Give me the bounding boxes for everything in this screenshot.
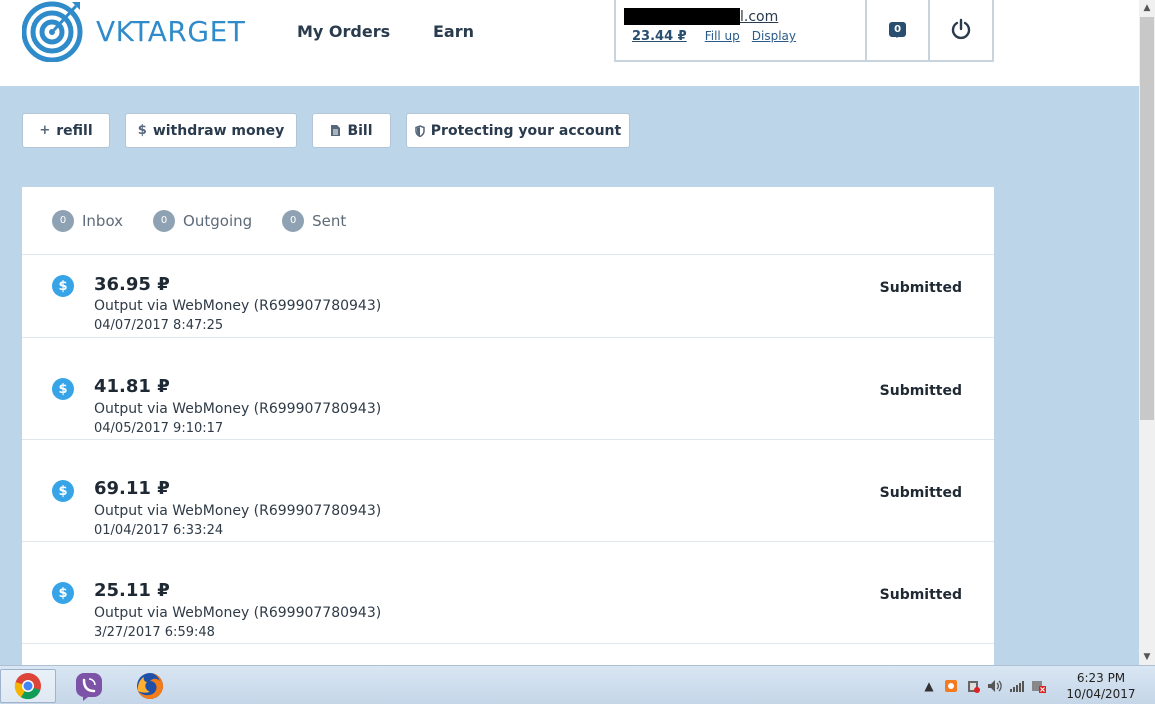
transaction-description: Output via WebMoney (R699907780943) xyxy=(94,503,382,519)
transaction-date: 04/05/2017 9:10:17 xyxy=(94,421,224,436)
dollar-coin-icon: $ xyxy=(52,582,74,604)
scroll-up-arrow-icon[interactable]: ▲ xyxy=(1139,0,1155,16)
protect-account-button[interactable]: Protecting your account xyxy=(406,113,630,148)
taskbar-viber[interactable] xyxy=(61,669,117,703)
dollar-coin-icon: $ xyxy=(52,275,74,297)
avast-icon[interactable] xyxy=(943,678,959,694)
taskbar-firefox[interactable] xyxy=(122,669,178,703)
transaction-description: Output via WebMoney (R699907780943) xyxy=(94,298,382,314)
transaction-status: Submitted xyxy=(879,587,962,603)
logo-text: VKTARGET xyxy=(96,14,246,48)
bill-label: Bill xyxy=(347,122,373,139)
sent-count-badge: 0 xyxy=(282,209,305,232)
message-tabs: 0 Inbox 0 Outgoing 0 Sent xyxy=(22,187,994,255)
fill-up-link[interactable]: Fill up xyxy=(705,29,740,43)
tab-inbox[interactable]: 0 Inbox xyxy=(52,209,124,232)
power-icon xyxy=(951,18,971,40)
refill-label: refill xyxy=(56,122,93,139)
scroll-down-arrow-icon[interactable]: ▼ xyxy=(1139,649,1155,665)
transaction-date: 01/04/2017 6:33:24 xyxy=(94,523,224,538)
battery-alert-icon[interactable] xyxy=(1031,678,1047,694)
display-link[interactable]: Display xyxy=(752,29,796,43)
target-logo-icon xyxy=(22,1,83,62)
system-tray: ▲ xyxy=(915,666,1060,704)
transaction-row[interactable]: $ 41.81 ₽ Output via WebMoney (R69990778… xyxy=(22,338,994,440)
clock-time: 6:23 PM xyxy=(1076,671,1126,685)
account-balance-row: 23.44 ₽ Fill up Display xyxy=(624,29,865,44)
tab-inbox-label: Inbox xyxy=(82,211,124,230)
transaction-date: 3/27/2017 6:59:48 xyxy=(94,625,215,640)
document-icon xyxy=(331,125,341,136)
site-header: VKTARGET My Orders Earn l.com 23.44 ₽ Fi… xyxy=(0,0,1139,86)
account-panel: l.com 23.44 ₽ Fill up Display 0 xyxy=(614,0,994,62)
transaction-row[interactable]: $ 69.11 ₽ Output via WebMoney (R69990778… xyxy=(22,440,994,542)
nav-earn[interactable]: Earn xyxy=(433,22,474,41)
vertical-scrollbar[interactable]: ▲ ▼ xyxy=(1139,0,1155,665)
refill-button[interactable]: + refill xyxy=(22,113,110,148)
transaction-date: 04/07/2017 8:47:25 xyxy=(94,318,224,333)
transaction-amount: 36.95 ₽ xyxy=(94,274,170,295)
transaction-row[interactable]: $ 25.11 ₽ Output via WebMoney (R69990778… xyxy=(22,542,994,644)
shield-icon xyxy=(415,124,425,137)
protect-label: Protecting your account xyxy=(430,122,622,139)
transaction-amount: 41.81 ₽ xyxy=(94,376,170,397)
logout-button[interactable] xyxy=(930,0,992,60)
withdraw-label: withdraw money xyxy=(152,122,285,139)
transaction-amount: 69.11 ₽ xyxy=(94,478,170,499)
nav-my-orders[interactable]: My Orders xyxy=(297,22,390,41)
transaction-description: Output via WebMoney (R699907780943) xyxy=(94,605,382,621)
account-email-suffix: l.com xyxy=(740,8,779,25)
transaction-status: Submitted xyxy=(879,383,962,399)
clock-date: 10/04/2017 xyxy=(1066,687,1136,701)
outgoing-count-badge: 0 xyxy=(153,209,176,232)
account-email[interactable]: l.com xyxy=(624,8,865,25)
plus-icon: + xyxy=(39,123,51,138)
account-info: l.com 23.44 ₽ Fill up Display xyxy=(616,0,868,60)
withdraw-money-button[interactable]: $ withdraw money xyxy=(125,113,297,148)
tab-outgoing-label: Outgoing xyxy=(183,211,253,230)
taskbar-chrome[interactable] xyxy=(0,669,56,703)
transaction-status: Submitted xyxy=(879,280,962,296)
transaction-status: Submitted xyxy=(879,485,962,501)
tab-outgoing[interactable]: 0 Outgoing xyxy=(153,209,253,232)
transactions-card: 0 Inbox 0 Outgoing 0 Sent $ 36.95 ₽ Outp… xyxy=(22,187,994,667)
tab-sent[interactable]: 0 Sent xyxy=(282,209,347,232)
messages-icon: 0 xyxy=(889,21,907,38)
windows-taskbar: ▲ 6:23 PM 10/04/2017 xyxy=(0,665,1155,704)
viber-icon xyxy=(76,673,102,701)
dollar-icon: $ xyxy=(137,123,147,138)
account-balance[interactable]: 23.44 ₽ xyxy=(632,29,687,44)
transaction-description: Output via WebMoney (R699907780943) xyxy=(94,401,382,417)
transaction-row[interactable]: $ 36.95 ₽ Output via WebMoney (R69990778… xyxy=(22,255,994,338)
dollar-coin-icon: $ xyxy=(52,480,74,502)
transaction-amount: 25.11 ₽ xyxy=(94,580,170,601)
firefox-icon xyxy=(137,673,163,699)
chrome-icon xyxy=(14,673,41,700)
logo[interactable]: VKTARGET xyxy=(22,0,252,62)
show-hidden-icons-icon[interactable]: ▲ xyxy=(921,678,937,694)
tab-sent-label: Sent xyxy=(312,211,347,230)
volume-icon[interactable] xyxy=(987,678,1003,694)
bill-button[interactable]: Bill xyxy=(312,113,391,148)
inbox-count-badge: 0 xyxy=(52,209,74,232)
system-clock[interactable]: 6:23 PM 10/04/2017 xyxy=(1065,670,1137,702)
dollar-coin-icon: $ xyxy=(52,378,74,400)
messages-button[interactable]: 0 xyxy=(867,0,930,60)
network-signal-icon[interactable] xyxy=(1009,678,1025,694)
security-shield-icon[interactable] xyxy=(965,678,981,694)
scrollbar-thumb[interactable] xyxy=(1140,17,1154,420)
redacted-email xyxy=(624,8,740,25)
